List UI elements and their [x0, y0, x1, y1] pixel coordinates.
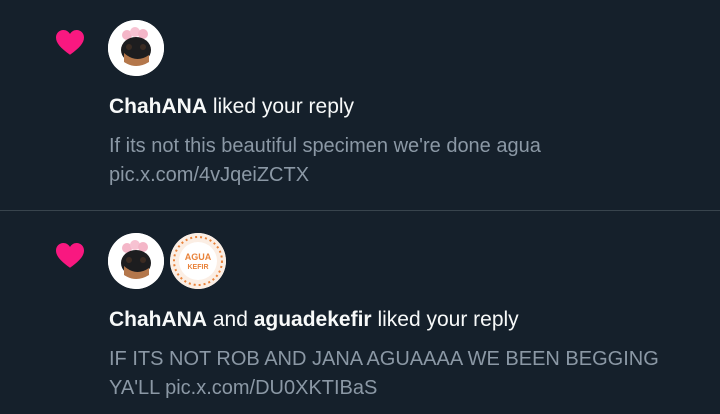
heart-icon	[56, 243, 84, 268]
avatar-chahana[interactable]	[108, 233, 164, 289]
logo-text-line: KEFIR	[188, 264, 209, 271]
logo-text-line: AGUA	[185, 252, 212, 262]
avatar-aguadekefir[interactable]: AGUA KEFIR	[170, 233, 226, 289]
notification-headline: ChahANA liked your reply	[109, 95, 354, 119]
reply-text: If its not this beautiful specimen we're…	[109, 135, 541, 157]
joiner-text: and	[207, 308, 254, 331]
username-link[interactable]: ChahANA	[109, 308, 207, 331]
reply-preview: IF ITS NOT ROB AND JANA AGUAAAA WE BEEN …	[109, 345, 709, 403]
avatar-group: AGUA KEFIR	[108, 233, 226, 289]
notification-headline: ChahANA and aguadekefir liked your reply	[109, 308, 519, 332]
action-text: liked your reply	[371, 308, 519, 331]
media-link[interactable]: pic.x.com/DU0XKTIBaS	[165, 377, 377, 399]
notification-item[interactable]: AGUA KEFIR ChahANA and aguadekefir liked…	[0, 211, 720, 414]
media-link[interactable]: pic.x.com/4vJqeiZCTX	[109, 164, 309, 186]
avatar-group	[108, 20, 164, 76]
action-text: liked your reply	[207, 95, 355, 118]
reply-preview: If its not this beautiful specimen we're…	[109, 132, 709, 190]
heart-icon	[56, 30, 84, 55]
notifications-feed: ChahANA liked your reply If its not this…	[0, 0, 720, 414]
username-link[interactable]: aguadekefir	[254, 308, 372, 331]
avatar-chahana[interactable]	[108, 20, 164, 76]
username-link[interactable]: ChahANA	[109, 95, 207, 118]
notification-item[interactable]: ChahANA liked your reply If its not this…	[0, 0, 720, 210]
